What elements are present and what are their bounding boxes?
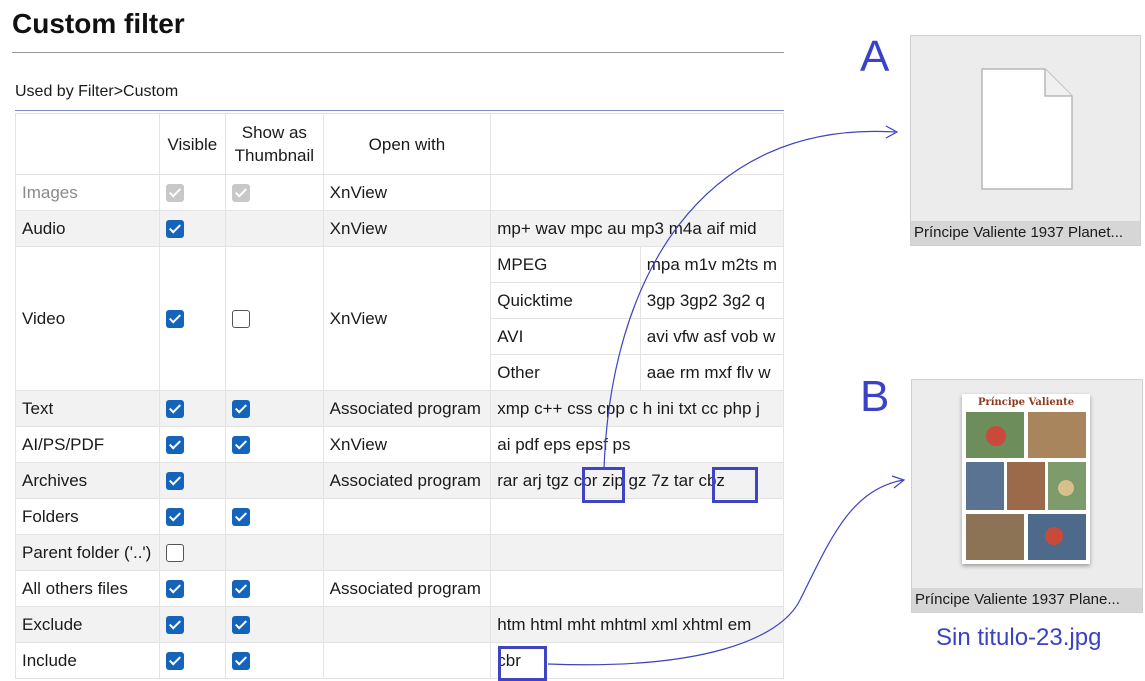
arrow-to-a	[603, 130, 896, 471]
label-a: A	[860, 32, 890, 81]
filename-label: Sin titulo-23.jpg	[936, 624, 1102, 651]
comic-cover-title: Príncipe Valiente	[977, 397, 1075, 408]
thumbnail-b[interactable]: Príncipe Valiente Príncipe Valiente 1937…	[911, 379, 1143, 613]
comic-panels-image	[966, 412, 1086, 560]
thumbnail-a[interactable]: Príncipe Valiente 1937 Planet...	[910, 35, 1141, 246]
label-b: B	[860, 372, 890, 421]
comic-cover-image: Príncipe Valiente	[962, 394, 1090, 564]
arrow-to-b	[547, 479, 904, 666]
thumbnail-a-caption: Príncipe Valiente 1937 Planet...	[911, 221, 1140, 245]
generic-file-icon	[981, 68, 1073, 190]
thumbnail-b-caption: Príncipe Valiente 1937 Plane...	[912, 588, 1142, 612]
